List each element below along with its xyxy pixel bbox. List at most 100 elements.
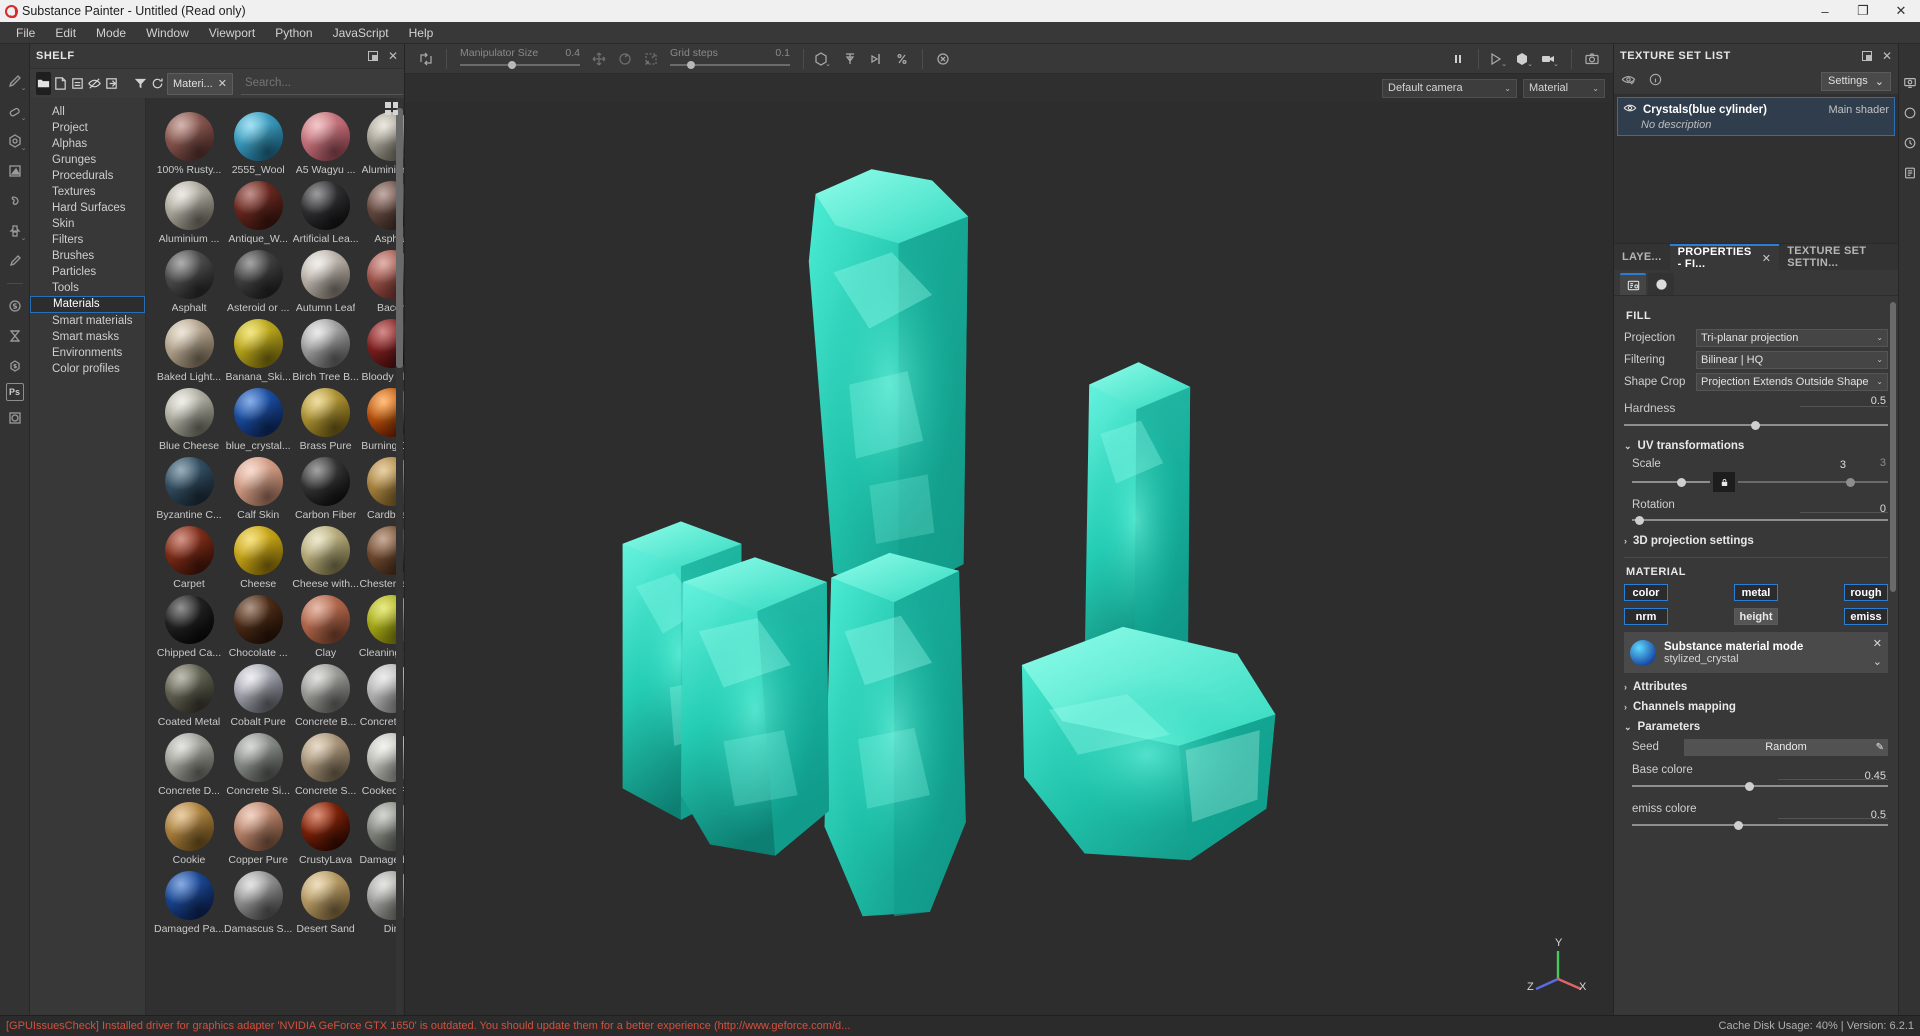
maximize-button[interactable]: ❐ [1844, 0, 1882, 22]
channel-chip-color[interactable]: color [1624, 584, 1668, 601]
material-thumbnail[interactable]: Blue Cheese [154, 388, 224, 452]
material-thumbnail[interactable]: A5 Wagyu ... [292, 112, 359, 176]
color-picker-icon[interactable] [2, 248, 28, 274]
substance-source-icon[interactable] [2, 293, 28, 319]
view-3d-icon[interactable]: ⌄ [1512, 47, 1538, 71]
new-file-icon[interactable] [53, 72, 68, 95]
material-thumbnail[interactable]: Damascus S... [224, 871, 292, 935]
material-thumbnail[interactable]: Concrete Si... [224, 733, 292, 797]
material-thumbnail[interactable]: Antique_W... [224, 181, 292, 245]
dock-icon[interactable] [367, 51, 378, 61]
viewport-3d-canvas[interactable]: Y X Z [405, 102, 1613, 1015]
channel-chip-emiss[interactable]: emiss [1844, 608, 1888, 625]
material-thumbnail[interactable]: Byzantine C... [154, 457, 224, 521]
properties-scrollbar-thumb[interactable] [1890, 302, 1896, 592]
attributes-header[interactable]: › Attributes [1624, 681, 1888, 693]
shelf-category-brushes[interactable]: Brushes [30, 248, 145, 264]
projection-icon[interactable]: ⌄ [2, 128, 28, 154]
shelf-category-skin[interactable]: Skin [30, 216, 145, 232]
scale-icon[interactable] [638, 47, 664, 71]
rotate-icon[interactable] [612, 47, 638, 71]
menu-item-window[interactable]: Window [136, 23, 199, 43]
shelf-category-materials[interactable]: Materials [30, 296, 145, 313]
channel-chip-rough[interactable]: rough [1844, 584, 1888, 601]
shelf-category-hard-surfaces[interactable]: Hard Surfaces [30, 200, 145, 216]
info-icon[interactable] [1648, 72, 1663, 90]
cube-icon[interactable]: ⌄ [811, 47, 837, 71]
3d-projection-settings-header[interactable]: › 3D projection settings [1624, 535, 1888, 547]
export-icon[interactable] [2, 405, 28, 431]
shelf-category-environments[interactable]: Environments [30, 345, 145, 361]
projection-combo[interactable]: Tri-planar projection ⌄ [1696, 328, 1888, 347]
shelf-category-tools[interactable]: Tools [30, 280, 145, 296]
clone-stamp-icon[interactable]: ⌄ [2, 218, 28, 244]
material-thumbnail[interactable]: Carbon Fiber [292, 457, 359, 521]
hardness-slider[interactable] [1624, 418, 1888, 432]
material-thumbnail[interactable]: Damaged Pa... [154, 871, 224, 935]
shape-crop-combo[interactable]: Projection Extends Outside Shape ⌄ [1696, 372, 1888, 391]
mirror-icon[interactable] [863, 47, 889, 71]
shelf-category-smart-masks[interactable]: Smart masks [30, 329, 145, 345]
close-icon[interactable]: ✕ [1762, 252, 1772, 265]
material-thumbnail[interactable]: Calf Skin [224, 457, 292, 521]
material-thumbnail[interactable]: Chocolate ... [224, 595, 292, 659]
material-thumbnail[interactable]: Birch Tree B... [292, 319, 359, 383]
parameters-header[interactable]: ⌄ Parameters [1624, 721, 1888, 733]
move-icon[interactable] [586, 47, 612, 71]
chevron-down-icon[interactable]: ⌄ [1873, 655, 1882, 668]
shelf-category-alphas[interactable]: Alphas [30, 136, 145, 152]
folder-icon[interactable] [36, 72, 51, 95]
material-thumbnail[interactable]: blue_crystal... [224, 388, 292, 452]
shelf-category-grunges[interactable]: Grunges [30, 152, 145, 168]
material-thumbnail[interactable]: Brass Pure [292, 388, 359, 452]
import-icon[interactable] [104, 72, 119, 95]
material-thumbnail[interactable]: 2555_Wool [224, 112, 292, 176]
hide-icon[interactable] [87, 72, 102, 95]
close-button[interactable]: ✕ [1882, 0, 1920, 22]
tab-layers[interactable]: LAYE... [1614, 244, 1670, 270]
manipulator-size-slider[interactable]: Manipulator Size 0.4 [460, 47, 580, 70]
search-input[interactable] [240, 72, 403, 95]
menu-item-python[interactable]: Python [265, 23, 322, 43]
photoshop-icon[interactable]: Ps [5, 383, 24, 401]
channels-mapping-header[interactable]: › Channels mapping [1624, 701, 1888, 713]
shelf-scrollbar-thumb[interactable] [396, 108, 403, 368]
material-thumbnail[interactable]: Artificial Lea... [292, 181, 359, 245]
refresh-icon[interactable] [150, 72, 165, 95]
history-icon[interactable] [1901, 134, 1919, 152]
pencil-icon[interactable]: ✎ [1876, 742, 1884, 753]
material-thumbnail[interactable]: Copper Pure [224, 802, 292, 866]
save-icon[interactable] [70, 72, 85, 95]
material-thumbnail[interactable]: Cheese [224, 526, 292, 590]
menu-item-mode[interactable]: Mode [86, 23, 136, 43]
material-thumbnail[interactable]: Cheese with... [292, 526, 359, 590]
properties-icon[interactable] [1620, 273, 1646, 295]
baking-icon[interactable] [2, 323, 28, 349]
material-thumbnail[interactable]: CrustyLava [292, 802, 359, 866]
symmetry-icon[interactable] [837, 47, 863, 71]
texture-set-row[interactable]: Crystals(blue cylinder) Main shader No d… [1617, 97, 1895, 136]
filtering-combo[interactable]: Bilinear | HQ ⌄ [1696, 350, 1888, 369]
shelf-category-smart-materials[interactable]: Smart materials [30, 313, 145, 329]
paint-brush-icon[interactable]: ⌄ [2, 68, 28, 94]
material-thumbnail[interactable]: Desert Sand [292, 871, 359, 935]
material-thumbnail[interactable]: Asphalt [154, 250, 224, 314]
material-thumbnail[interactable]: Asteroid or ... [224, 250, 292, 314]
shelf-category-all[interactable]: All [30, 104, 145, 120]
material-thumbnail[interactable]: Cobalt Pure [224, 664, 292, 728]
material-thumbnail[interactable]: Concrete D... [154, 733, 224, 797]
menu-item-edit[interactable]: Edit [45, 23, 86, 43]
substance-share-icon[interactable] [2, 353, 28, 379]
lock-icon[interactable] [1713, 472, 1735, 492]
tab-texture-set-settings[interactable]: TEXTURE SET SETTIN... [1779, 244, 1898, 270]
tab-properties-fill[interactable]: PROPERTIES - FI... ✕ [1669, 244, 1780, 270]
material-thumbnail[interactable]: 100% Rusty... [154, 112, 224, 176]
material-thumbnail[interactable]: Aluminium ... [154, 181, 224, 245]
seed-random-button[interactable]: Random ✎ [1684, 738, 1888, 756]
material-thumbnail[interactable]: Chipped Ca... [154, 595, 224, 659]
shader-settings-icon[interactable] [1901, 104, 1919, 122]
shelf-filter-chip[interactable]: Materi... ✕ [167, 72, 233, 95]
display-settings-icon[interactable] [1901, 74, 1919, 92]
channel-chip-height[interactable]: height [1734, 608, 1778, 625]
smudge-icon[interactable] [2, 188, 28, 214]
